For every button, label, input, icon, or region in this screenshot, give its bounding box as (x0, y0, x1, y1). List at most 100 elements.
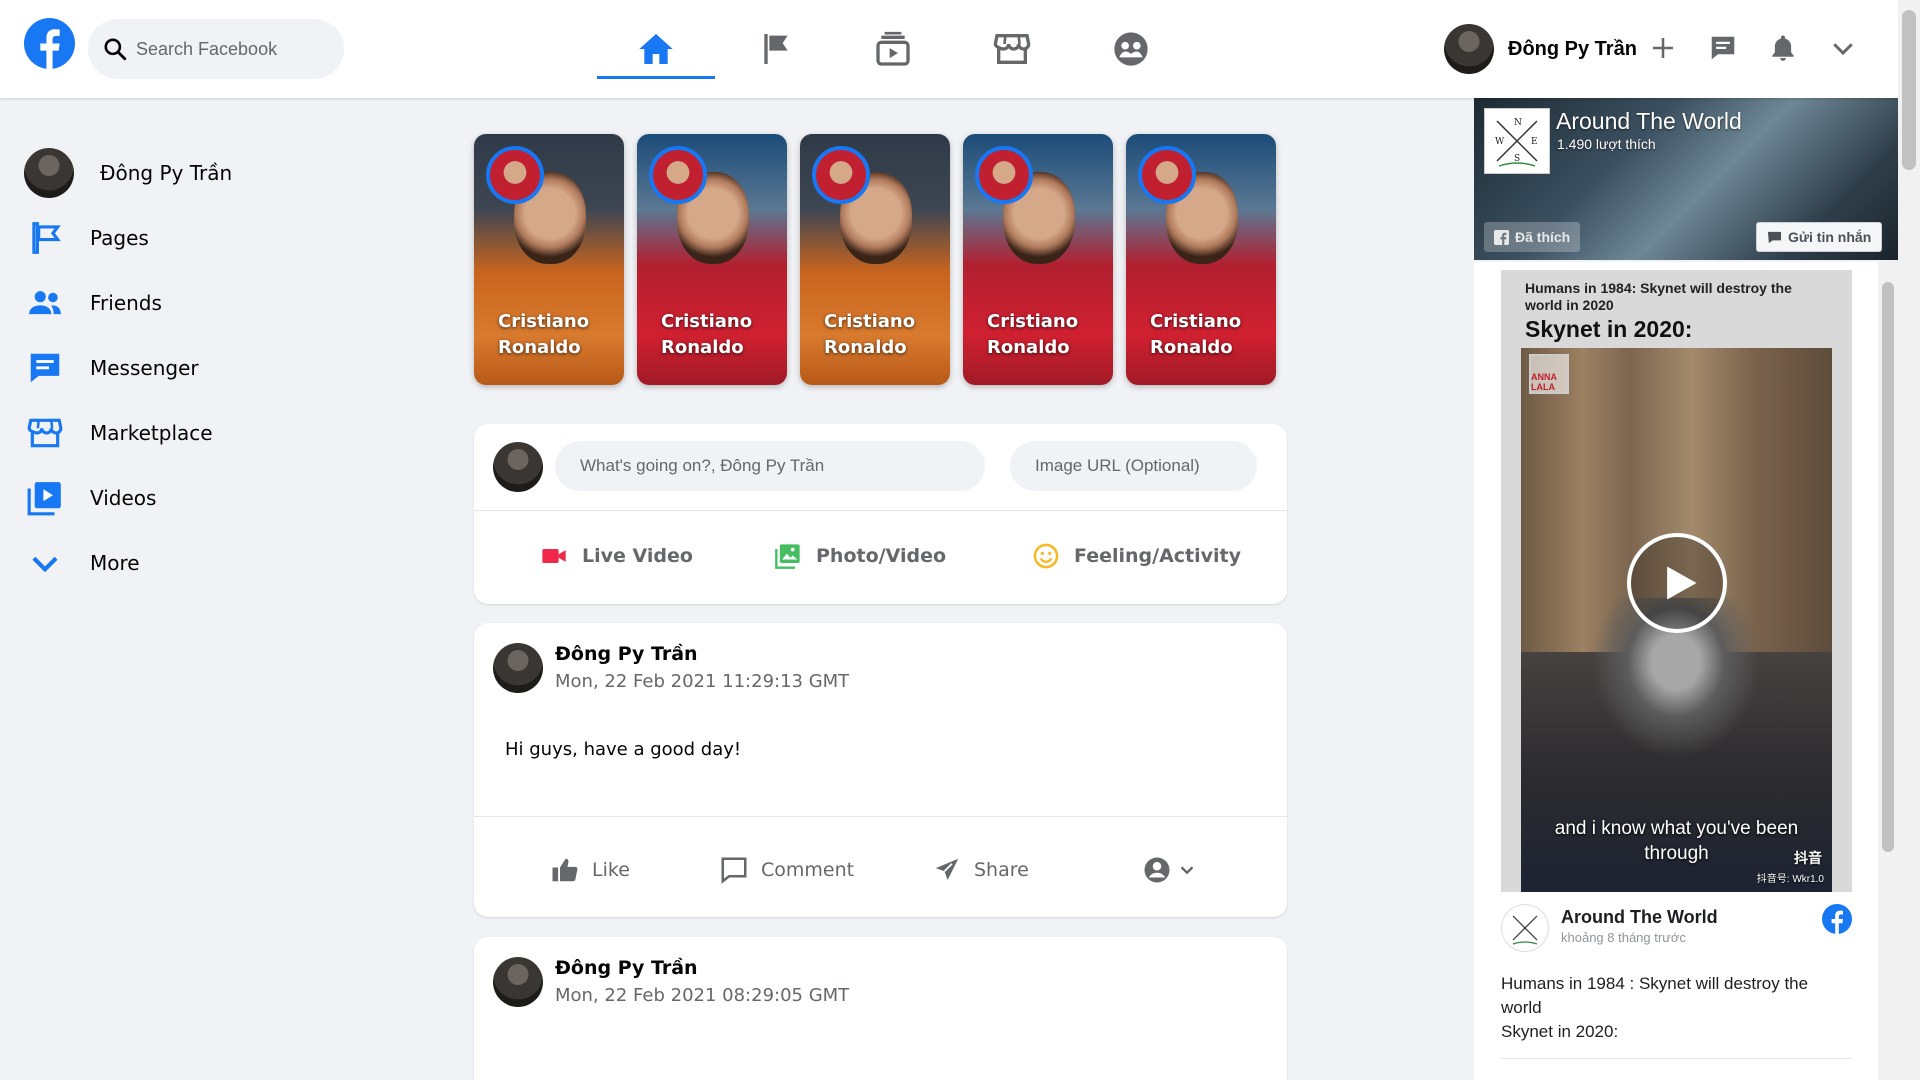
sidebar-item-friends[interactable]: Friends (24, 270, 424, 335)
sidebar-item-messenger[interactable]: Messenger (24, 335, 424, 400)
sidebar-item-videos[interactable]: Videos (24, 465, 424, 530)
share-button[interactable]: Share (932, 850, 1029, 890)
live-video-button[interactable]: Live Video (540, 536, 693, 576)
page-scrollbar[interactable] (1898, 0, 1920, 1080)
story-card[interactable]: Cristiano Ronaldo (800, 134, 950, 385)
plugin-scrollbar[interactable] (1878, 262, 1898, 1080)
avatar (1444, 24, 1494, 74)
send-message-button[interactable]: Gửi tin nhắn (1756, 222, 1883, 252)
photo-icon (775, 544, 800, 569)
marketplace-icon (24, 412, 66, 454)
story-card[interactable]: Cristiano Ronaldo (963, 134, 1113, 385)
page-plugin-header[interactable]: N W E S Around The World 1.490 lượt thíc… (1474, 98, 1898, 260)
tab-marketplace[interactable] (953, 0, 1071, 98)
status-input[interactable] (555, 441, 985, 491)
avatar (24, 147, 74, 198)
play-icon (1667, 566, 1697, 600)
avatar[interactable] (493, 643, 543, 693)
account-menu-button[interactable] (1821, 26, 1865, 70)
story-avatar (649, 146, 707, 204)
search-bar[interactable] (88, 19, 344, 79)
story-card[interactable]: Cristiano Ronaldo (1126, 134, 1276, 385)
tab-pages[interactable] (717, 0, 835, 98)
sidebar-item-more[interactable]: More (24, 530, 424, 595)
plus-icon (1653, 38, 1673, 58)
divider (474, 816, 1287, 817)
post-author[interactable]: Đông Py Trần (555, 643, 698, 665)
sidebar-profile[interactable]: Đông Py Trần (24, 140, 424, 205)
facebook-icon[interactable] (1822, 904, 1852, 934)
chevron-down-icon (1180, 866, 1194, 875)
tab-groups[interactable] (1072, 0, 1190, 98)
flag-icon (764, 34, 788, 64)
like-button[interactable]: Like (550, 850, 630, 890)
feeling-activity-button[interactable]: Feeling/Activity (1032, 536, 1241, 576)
story-avatar (1138, 146, 1196, 204)
story-avatar (812, 146, 870, 204)
facebook-logo-icon[interactable] (24, 18, 75, 69)
share-label: Share (974, 859, 1029, 881)
page-logo[interactable]: N W E S (1484, 108, 1550, 174)
audience-selector[interactable] (1142, 850, 1198, 890)
compass-logo-icon (1512, 915, 1538, 945)
plugin-post-text: Humans in 1984 : Skynet will destroy the… (1501, 972, 1852, 1044)
story-card[interactable]: Cristiano Ronaldo (474, 134, 624, 385)
feed-post: Đông Py Trần Mon, 22 Feb 2021 08:29:05 G… (474, 937, 1287, 1080)
tab-watch[interactable] (834, 0, 952, 98)
compass-logo-icon: N W E S (1495, 118, 1538, 167)
messenger-icon (24, 347, 66, 389)
notifications-button[interactable] (1761, 26, 1805, 70)
sidebar-item-pages[interactable]: Pages (24, 205, 424, 270)
story-name: Cristiano Ronaldo (987, 311, 1079, 358)
send-message-label: Gửi tin nhắn (1788, 229, 1872, 245)
avatar[interactable] (493, 957, 543, 1007)
sidebar-item-marketplace[interactable]: Marketplace (24, 400, 424, 465)
video-post[interactable]: Humans in 1984: Skynet will destroy the … (1501, 270, 1852, 892)
page-avatar[interactable] (1501, 904, 1549, 952)
like-label: Like (592, 859, 630, 881)
plugin-post-time[interactable]: khoảng 8 tháng trước (1561, 930, 1686, 945)
story-card[interactable]: Cristiano Ronaldo (637, 134, 787, 385)
thumbs-up-icon (552, 858, 578, 882)
friends-icon (24, 282, 66, 324)
story-avatar (486, 146, 544, 204)
post-author[interactable]: Đông Py Trần (555, 957, 698, 979)
scrollbar-thumb[interactable] (1902, 10, 1916, 170)
video-player[interactable]: ANNA LALA and i know what you've been th… (1521, 348, 1832, 892)
story-name: Cristiano Ronaldo (661, 311, 753, 358)
post-timestamp[interactable]: Mon, 22 Feb 2021 08:29:05 GMT (555, 985, 849, 1006)
chat-icon (1711, 36, 1735, 60)
plugin-post-page-name[interactable]: Around The World (1561, 907, 1718, 928)
page-name[interactable]: Around The World (1556, 108, 1742, 135)
create-button[interactable] (1641, 26, 1685, 70)
plugin-post-body: Humans in 1984 : Skynet will destroy the… (1501, 974, 1809, 1041)
story-name: Cristiano Ronaldo (498, 311, 590, 358)
scrollbar-thumb[interactable] (1882, 282, 1894, 852)
post-timestamp[interactable]: Mon, 22 Feb 2021 11:29:13 GMT (555, 671, 849, 692)
svg-text:N: N (1514, 118, 1522, 128)
image-url-input[interactable] (1010, 441, 1257, 491)
page-liked-label: Đã thích (1515, 229, 1571, 245)
video-camera-icon (542, 549, 566, 563)
svg-text:W: W (1495, 137, 1505, 147)
search-input[interactable] (136, 38, 336, 60)
video-watermark-logo: ANNA LALA (1529, 354, 1569, 394)
messenger-button[interactable] (1701, 26, 1745, 70)
plugin-post-header: Around The World khoảng 8 tháng trước (1501, 904, 1852, 954)
story-name: Cristiano Ronaldo (1150, 311, 1242, 358)
tab-home[interactable] (597, 0, 715, 98)
header-profile[interactable]: Đông Py Trần (1444, 23, 1637, 75)
share-arrow-icon (935, 858, 959, 880)
feeling-activity-label: Feeling/Activity (1074, 545, 1242, 567)
message-icon (1767, 231, 1782, 243)
sidebar-item-label: Videos (90, 485, 157, 510)
facebook-f-icon (1494, 229, 1509, 245)
comment-button[interactable]: Comment (719, 850, 854, 890)
smiley-icon (1033, 543, 1059, 569)
play-button[interactable] (1627, 533, 1727, 633)
page-like-count: 1.490 lượt thích (1557, 136, 1656, 152)
marketplace-icon (993, 34, 1031, 64)
story-avatar (975, 146, 1033, 204)
page-liked-button[interactable]: Đã thích (1484, 222, 1581, 252)
photo-video-button[interactable]: Photo/Video (774, 536, 946, 576)
